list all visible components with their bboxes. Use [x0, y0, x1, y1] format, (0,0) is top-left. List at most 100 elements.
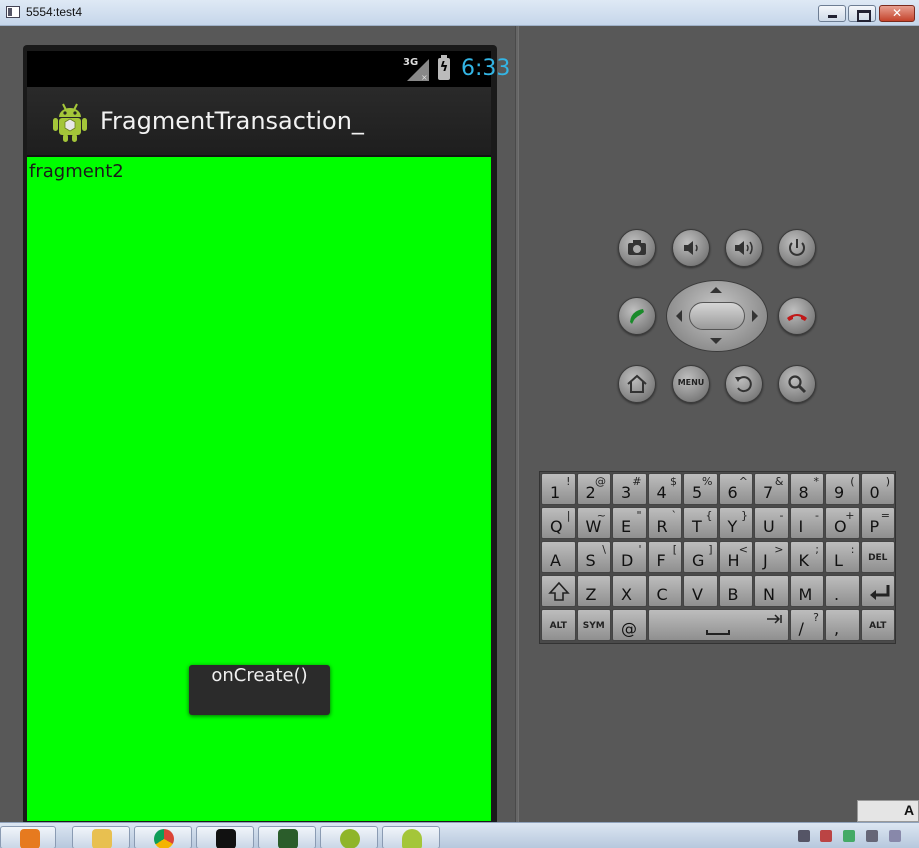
key-3-5[interactable]: N	[754, 575, 789, 607]
maximize-button[interactable]	[848, 5, 876, 22]
key-label: @	[621, 619, 637, 638]
back-button[interactable]	[725, 365, 763, 403]
key-label: N	[763, 585, 775, 604]
taskbar-cmd[interactable]	[196, 826, 254, 848]
key-label: C	[656, 585, 668, 604]
alt-right-key[interactable]: ALT	[860, 609, 895, 641]
alt-left-key[interactable]: ALT	[541, 609, 576, 641]
sym-key[interactable]: SYM	[576, 609, 611, 641]
tray-network-icon[interactable]	[843, 830, 855, 842]
key-0-7[interactable]: 8 *	[789, 473, 824, 505]
dpad-right-icon[interactable]	[752, 310, 758, 322]
key-0-6[interactable]: 7 &	[754, 473, 789, 505]
taskbar-monitor[interactable]	[258, 826, 316, 848]
dpad-down-icon[interactable]	[710, 338, 722, 344]
key-2-2[interactable]: D '	[612, 541, 647, 573]
key-3-0[interactable]: Z	[576, 575, 611, 607]
key-2-8[interactable]: L:	[825, 541, 860, 573]
menu-button-label: MENU	[677, 378, 705, 387]
key-alt-label: $	[670, 475, 677, 488]
volume-down-button[interactable]	[672, 229, 710, 267]
taskbar-media-player[interactable]	[0, 826, 56, 848]
key-1-8[interactable]: O +	[825, 507, 860, 539]
key-alt-label: &	[774, 475, 784, 488]
key-alt-label: "	[636, 509, 642, 522]
hardware-keyboard: 1! 2 @3 #4 $5% 6 ^ 7 & 8 * 9(0) Q | W ~ E " R ` T{Y} U - I - O + P =…	[539, 471, 896, 644]
key-0-9[interactable]: 0)	[860, 473, 895, 505]
panel-divider	[515, 26, 519, 822]
key-alt-label: [	[672, 543, 677, 556]
key-alt-label: \	[602, 543, 606, 556]
tray-arrow-icon[interactable]	[798, 830, 810, 842]
key-0-4[interactable]: 5%	[683, 473, 718, 505]
key-3-3[interactable]: V	[683, 575, 718, 607]
key-alt-label: >	[774, 543, 784, 556]
slash-key[interactable]: /?	[789, 609, 824, 641]
enter-key[interactable]	[860, 575, 895, 607]
key-1-5[interactable]: Y}	[718, 507, 753, 539]
key-1-7[interactable]: I-	[789, 507, 824, 539]
key-3-4[interactable]: B	[718, 575, 753, 607]
key-1-9[interactable]: P =	[860, 507, 895, 539]
close-button[interactable]	[879, 5, 915, 22]
taskbar-chrome[interactable]	[134, 826, 192, 848]
app-title: FragmentTransaction_	[100, 107, 364, 135]
key-0-1[interactable]: 2 @	[576, 473, 611, 505]
key-1-2[interactable]: E "	[612, 507, 647, 539]
key-2-0[interactable]: A	[541, 541, 576, 573]
key-2-7[interactable]: K;	[789, 541, 824, 573]
windows-taskbar	[0, 822, 919, 848]
key-1-4[interactable]: T{	[683, 507, 718, 539]
volume-up-button[interactable]	[725, 229, 763, 267]
taskbar-eclipse[interactable]	[320, 826, 378, 848]
space-key[interactable]	[647, 609, 789, 641]
network-type: 3G	[403, 57, 419, 68]
key-3-1[interactable]: X	[612, 575, 647, 607]
delete-key[interactable]: DEL	[860, 541, 895, 573]
key-2-6[interactable]: J >	[754, 541, 789, 573]
key-0-3[interactable]: 4 $	[647, 473, 682, 505]
comma-key[interactable]: ,	[825, 609, 860, 641]
tray-volume-icon[interactable]	[889, 830, 901, 842]
key-1-3[interactable]: R `	[647, 507, 682, 539]
key-alt-label: '	[638, 543, 642, 556]
key-2-3[interactable]: F[	[647, 541, 682, 573]
camera-button[interactable]	[618, 229, 656, 267]
ime-language-label: A	[904, 802, 915, 818]
android-app-icon	[53, 103, 87, 142]
key-label: 0	[869, 483, 880, 502]
key-0-8[interactable]: 9(	[825, 473, 860, 505]
key-0-2[interactable]: 3 #	[612, 473, 647, 505]
taskbar-explorer[interactable]	[72, 826, 130, 848]
shift-key[interactable]	[541, 575, 576, 607]
home-button[interactable]	[618, 365, 656, 403]
key-label: 6	[727, 483, 738, 502]
power-button[interactable]	[778, 229, 816, 267]
menu-button[interactable]: MENU	[672, 365, 710, 403]
call-button[interactable]	[618, 297, 656, 335]
tray-device-icon[interactable]	[866, 830, 878, 842]
volume-down-icon	[684, 241, 698, 255]
key-2-1[interactable]: S \	[576, 541, 611, 573]
minimize-button[interactable]	[818, 5, 846, 22]
dpad-center-button[interactable]	[689, 302, 745, 330]
tray-flag-icon[interactable]	[820, 830, 832, 842]
ime-tray[interactable]: A	[857, 800, 919, 822]
key-0-0[interactable]: 1!	[541, 473, 576, 505]
key-1-1[interactable]: W ~	[576, 507, 611, 539]
key-2-5[interactable]: H <	[718, 541, 753, 573]
key-3-7[interactable]: .	[825, 575, 860, 607]
key-1-6[interactable]: U-	[754, 507, 789, 539]
end-call-button[interactable]	[778, 297, 816, 335]
key-2-4[interactable]: G]	[683, 541, 718, 573]
taskbar-android[interactable]	[382, 826, 440, 848]
key-1-0[interactable]: Q |	[541, 507, 576, 539]
search-button[interactable]	[778, 365, 816, 403]
key-0-5[interactable]: 6 ^	[718, 473, 753, 505]
key-3-2[interactable]: C	[647, 575, 682, 607]
key-label: P	[869, 517, 880, 536]
key-3-6[interactable]: M	[789, 575, 824, 607]
dpad-left-icon[interactable]	[676, 310, 682, 322]
dpad-up-icon[interactable]	[710, 287, 722, 293]
at-key[interactable]: @	[612, 609, 647, 641]
